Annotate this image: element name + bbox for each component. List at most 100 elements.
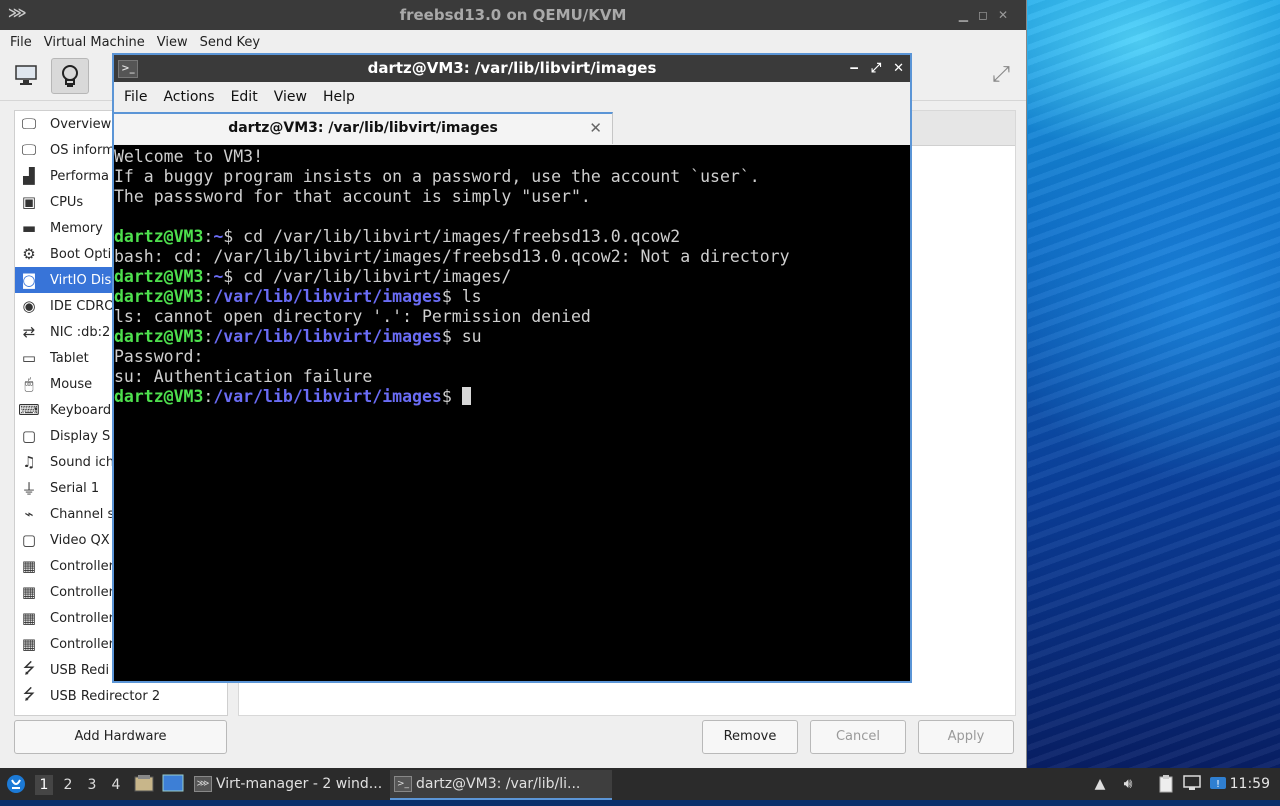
hardware-item-label: Channel s [50, 506, 115, 522]
hardware-item-label: Keyboard [50, 402, 112, 418]
details-view-button[interactable] [51, 58, 89, 94]
network-icon[interactable] [1183, 775, 1201, 793]
terminal-line: ls: cannot open directory '.': Permissio… [114, 307, 910, 327]
tab-close-icon[interactable]: ✕ [589, 114, 602, 142]
file-manager-icon[interactable] [134, 774, 154, 794]
menu-view[interactable]: View [151, 35, 194, 50]
terminal-app-icon: >_ [118, 60, 138, 78]
terminal-output[interactable]: Welcome to VM3! If a buggy program insist… [114, 145, 910, 681]
workspace-1[interactable]: 1 [35, 775, 53, 795]
hardware-item-label: Overview [50, 116, 112, 132]
terminal-menu-edit[interactable]: Edit [223, 89, 266, 105]
terminal-menu-view[interactable]: View [266, 89, 315, 105]
menu-file[interactable]: File [4, 35, 38, 50]
terminal-tab[interactable]: dartz@VM3: /var/lib/libvirt/images ✕ [114, 112, 613, 144]
output-text: The passsword for that account is simply… [114, 187, 591, 206]
monitor-icon [15, 65, 37, 85]
hardware-item-label: Boot Opti [50, 246, 112, 262]
prompt-path: /var/lib/libvirt/images [213, 387, 442, 406]
show-desktop-icon[interactable] [162, 774, 184, 794]
controller-card-icon: ▦ [21, 557, 37, 575]
terminal-menubar: File Actions Edit View Help [114, 82, 910, 112]
fullscreen-expand-icon[interactable]: ⤢ [988, 62, 1014, 88]
remove-button[interactable]: Remove [702, 720, 798, 754]
start-menu-button[interactable] [6, 774, 26, 794]
serial-port-icon: ⏚ [21, 479, 37, 498]
terminal-menu-help[interactable]: Help [315, 89, 363, 105]
minimize-icon[interactable]: ‒ [850, 55, 859, 82]
terminal-task-icon: >_ [394, 776, 412, 792]
usb-icon: ⭍ [22, 684, 36, 703]
menu-send-key[interactable]: Send Key [194, 35, 266, 50]
task-terminal-label: dartz@VM3: /var/lib/li... [416, 776, 581, 792]
hardware-item-label: Video QX [50, 532, 110, 548]
tablet-icon: ▭ [21, 349, 37, 367]
menu-virtual-machine[interactable]: Virtual Machine [38, 35, 151, 50]
workspace-4[interactable]: 4 [107, 775, 125, 795]
terminal-titlebar[interactable]: >_ dartz@VM3: /var/lib/libvirt/images ‒ … [114, 55, 910, 82]
tray-expand-icon[interactable]: ▲ [1091, 775, 1109, 793]
clipboard-icon[interactable] [1157, 775, 1175, 793]
console-view-button[interactable] [8, 58, 44, 92]
disk-icon: ◙ [21, 271, 37, 289]
hardware-item-label: Controller [50, 610, 114, 626]
output-text: If a buggy program insists on a password… [114, 167, 760, 186]
terminal-line: bash: cd: /var/lib/libvirt/images/freebs… [114, 247, 910, 267]
hardware-item[interactable]: ⭍ USB Redirector 2 [15, 683, 227, 709]
hardware-item-label: Sound ich [50, 454, 115, 470]
hardware-item-label: OS inform [50, 142, 115, 158]
cancel-button[interactable]: Cancel [810, 720, 906, 754]
vm-window-controls: ▁◻✕ [959, 0, 1018, 30]
terminal-line: su: Authentication failure [114, 367, 910, 387]
output-text: ls: cannot open directory '.': Permissio… [114, 307, 591, 326]
workspace-3[interactable]: 3 [83, 775, 101, 795]
close-icon[interactable]: ✕ [893, 55, 904, 82]
minimize-icon[interactable]: ▁ [959, 8, 978, 22]
lightbulb-icon [62, 65, 78, 87]
prompt-path: ~ [213, 227, 224, 246]
task-terminal[interactable]: >_ dartz@VM3: /var/lib/li... [390, 770, 612, 800]
clock[interactable]: 11:59 [1230, 768, 1270, 800]
prompt-user: dartz@VM3 [114, 267, 204, 286]
controller-card-icon: ▦ [21, 609, 37, 627]
apply-button[interactable]: Apply [918, 720, 1014, 754]
workspace-2[interactable]: 2 [59, 775, 77, 795]
task-virt-manager-label: Virt-manager - 2 wind... [216, 776, 383, 792]
cdrom-icon: ◉ [22, 297, 36, 315]
terminal-tab-label: dartz@VM3: /var/lib/libvirt/images [228, 120, 498, 136]
performance-graph-icon: ▟ [23, 167, 35, 185]
terminal-menu-actions[interactable]: Actions [155, 89, 222, 105]
cpu-chip-icon: ▣ [21, 193, 37, 211]
hardware-item-label: USB Redirector 2 [50, 688, 161, 704]
command-text: ls [461, 287, 482, 306]
terminal-line: dartz@VM3:/var/lib/libvirt/images$ su [114, 327, 482, 346]
monitor-icon: 🖵︎ [21, 115, 37, 133]
output-text: bash: cd: /var/lib/libvirt/images/freebs… [114, 247, 790, 266]
terminal-line: dartz@VM3:/var/lib/libvirt/images$ [114, 387, 910, 407]
prompt-path: ~ [213, 267, 224, 286]
maximize-icon[interactable]: ⤢ [871, 55, 881, 82]
volume-icon[interactable]: 🔊︎ [1119, 775, 1137, 793]
update-notifier-icon[interactable]: ! [1209, 775, 1227, 793]
vm-menubar: File Virtual Machine View Send Key [0, 30, 1026, 54]
task-virt-manager[interactable]: ⋙ Virt-manager - 2 wind... [190, 770, 412, 798]
prompt-path: /var/lib/libvirt/images [213, 327, 442, 346]
taskbar: 1 2 3 4 ⋙ Virt-manager - 2 wind... >_ da… [0, 768, 1280, 800]
hardware-item-label: Mouse [50, 376, 93, 392]
terminal-line: dartz@VM3:~$ cd /var/lib/libvirt/images/ [114, 267, 512, 286]
hardware-item-label: Performa [50, 168, 109, 184]
vm-titlebar[interactable]: ⋙ freebsd13.0 on QEMU/KVM ▁◻✕ [0, 0, 1026, 30]
display-icon: ▢ [21, 427, 37, 445]
add-hardware-button[interactable]: Add Hardware [14, 720, 227, 754]
keyboard-icon: ⌨ [18, 401, 40, 419]
prompt-path: /var/lib/libvirt/images [213, 287, 442, 306]
close-icon[interactable]: ✕ [998, 8, 1018, 22]
terminal-line: Welcome to VM3! [114, 147, 910, 167]
lxqt-logo-icon [7, 775, 25, 793]
hardware-item-label: IDE CDRO [50, 298, 115, 314]
terminal-window: >_ dartz@VM3: /var/lib/libvirt/images ‒ … [112, 53, 912, 683]
video-icon: ▢ [21, 531, 37, 549]
terminal-menu-file[interactable]: File [116, 89, 155, 105]
maximize-icon[interactable]: ◻ [978, 8, 998, 22]
